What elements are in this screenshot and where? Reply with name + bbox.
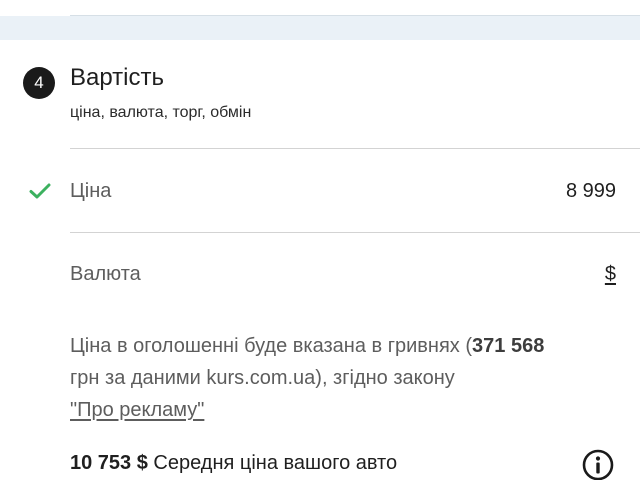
note-uah-amount: 371 568 <box>472 335 545 357</box>
price-label: Ціна <box>70 180 112 202</box>
price-input[interactable]: 8 999 <box>566 180 616 203</box>
info-icon[interactable] <box>582 449 614 480</box>
average-price-label: Середня ціна вашого авто <box>153 452 398 474</box>
currency-conversion-note: Ціна в оголошенні буде вказана в гривнях… <box>70 330 610 426</box>
section-title: Вартість <box>70 64 164 91</box>
divider-before-currency <box>70 232 640 233</box>
section-separator-band <box>0 16 640 40</box>
check-icon <box>29 183 51 199</box>
average-price-amount: 10 753 $ <box>70 452 148 474</box>
step-number-badge: 4 <box>23 67 55 99</box>
note-text-before: Ціна в оголошенні буде вказана в гривнях… <box>70 335 473 357</box>
previous-section-bottom <box>0 0 640 16</box>
advertising-law-link[interactable]: "Про рекламу" <box>70 399 204 421</box>
average-price-row: 10 753 $ Середня ціна вашого авто <box>70 452 397 475</box>
divider-before-price <box>70 148 640 149</box>
price-section-page: 4 Вартість ціна, валюта, торг, обмін Цін… <box>0 0 640 480</box>
section-subtitle: ціна, валюта, торг, обмін <box>70 104 252 121</box>
currency-select[interactable]: $ <box>605 263 616 286</box>
currency-label: Валюта <box>70 263 141 285</box>
note-text-after: грн за даними kurs.com.ua), згідно закон… <box>70 367 455 389</box>
